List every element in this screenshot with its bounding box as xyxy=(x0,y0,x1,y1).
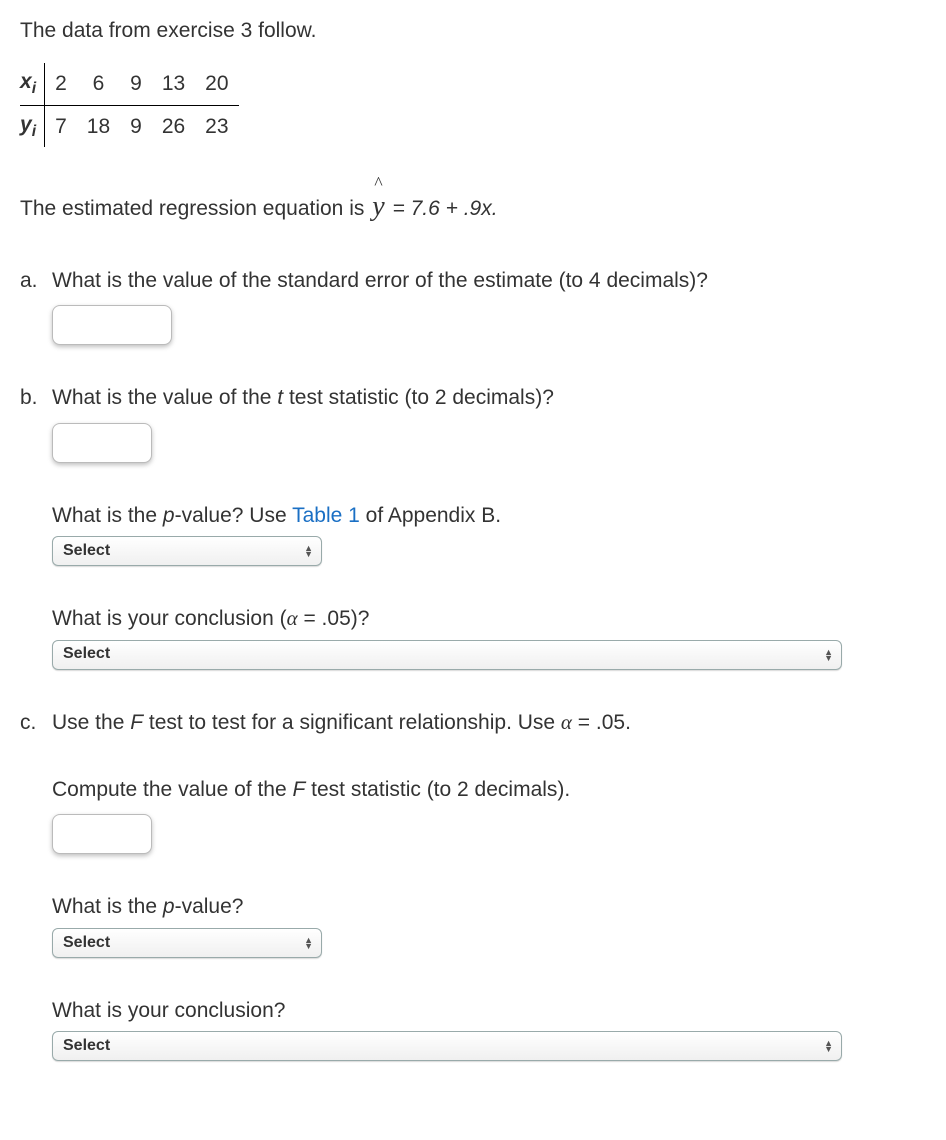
table-cell: 18 xyxy=(77,105,120,147)
y-hat-symbol: y xyxy=(370,187,386,226)
pvalue-c-select[interactable]: Select ▲▼ xyxy=(52,928,322,958)
stepper-icon: ▲▼ xyxy=(304,545,313,557)
row-label-y: yi xyxy=(20,105,45,147)
answer-a-input[interactable] xyxy=(52,305,172,345)
select-label: Select xyxy=(63,932,110,954)
table-cell: 7 xyxy=(45,105,77,147)
question-b-text: What is the value of the t test statisti… xyxy=(52,383,926,412)
question-c-compute-text: Compute the value of the F test statisti… xyxy=(52,775,926,804)
question-c-text: Use the F test to test for a significant… xyxy=(52,708,926,737)
question-a-text: What is the value of the standard error … xyxy=(52,266,926,295)
table-cell: 2 xyxy=(45,63,77,105)
stepper-icon: ▲▼ xyxy=(824,649,833,661)
stepper-icon: ▲▼ xyxy=(304,937,313,949)
table-cell: 9 xyxy=(120,63,152,105)
select-label: Select xyxy=(63,540,110,562)
regression-equation: The estimated regression equation is y =… xyxy=(20,187,926,226)
table-row: yi 7 18 9 26 23 xyxy=(20,105,239,147)
conclusion-c-select[interactable]: Select ▲▼ xyxy=(52,1031,842,1061)
table-cell: 9 xyxy=(120,105,152,147)
pvalue-b-select[interactable]: Select ▲▼ xyxy=(52,536,322,566)
question-b-conclusion-text: What is your conclusion (α = .05)? xyxy=(52,604,926,633)
select-label: Select xyxy=(63,643,110,665)
table-cell: 26 xyxy=(152,105,195,147)
select-label: Select xyxy=(63,1035,110,1057)
question-marker-a: a. xyxy=(20,266,52,295)
intro-text: The data from exercise 3 follow. xyxy=(20,16,926,45)
data-table: xi 2 6 9 13 20 yi 7 18 9 26 23 xyxy=(20,63,239,146)
conclusion-b-select[interactable]: Select ▲▼ xyxy=(52,640,842,670)
question-c-conclusion-text: What is your conclusion? xyxy=(52,996,926,1025)
table-cell: 13 xyxy=(152,63,195,105)
question-marker-c: c. xyxy=(20,708,52,737)
table-1-link[interactable]: Table 1 xyxy=(292,504,360,527)
table-cell: 6 xyxy=(77,63,120,105)
stepper-icon: ▲▼ xyxy=(824,1040,833,1052)
question-b-pvalue-text: What is the p-value? Use Table 1 of Appe… xyxy=(52,501,926,530)
answer-b-input[interactable] xyxy=(52,423,152,463)
answer-c-input[interactable] xyxy=(52,814,152,854)
question-c-pvalue-text: What is the p-value? xyxy=(52,892,926,921)
table-row: xi 2 6 9 13 20 xyxy=(20,63,239,105)
row-label-x: xi xyxy=(20,63,45,105)
table-cell: 20 xyxy=(195,63,238,105)
table-cell: 23 xyxy=(195,105,238,147)
question-marker-b: b. xyxy=(20,383,52,412)
